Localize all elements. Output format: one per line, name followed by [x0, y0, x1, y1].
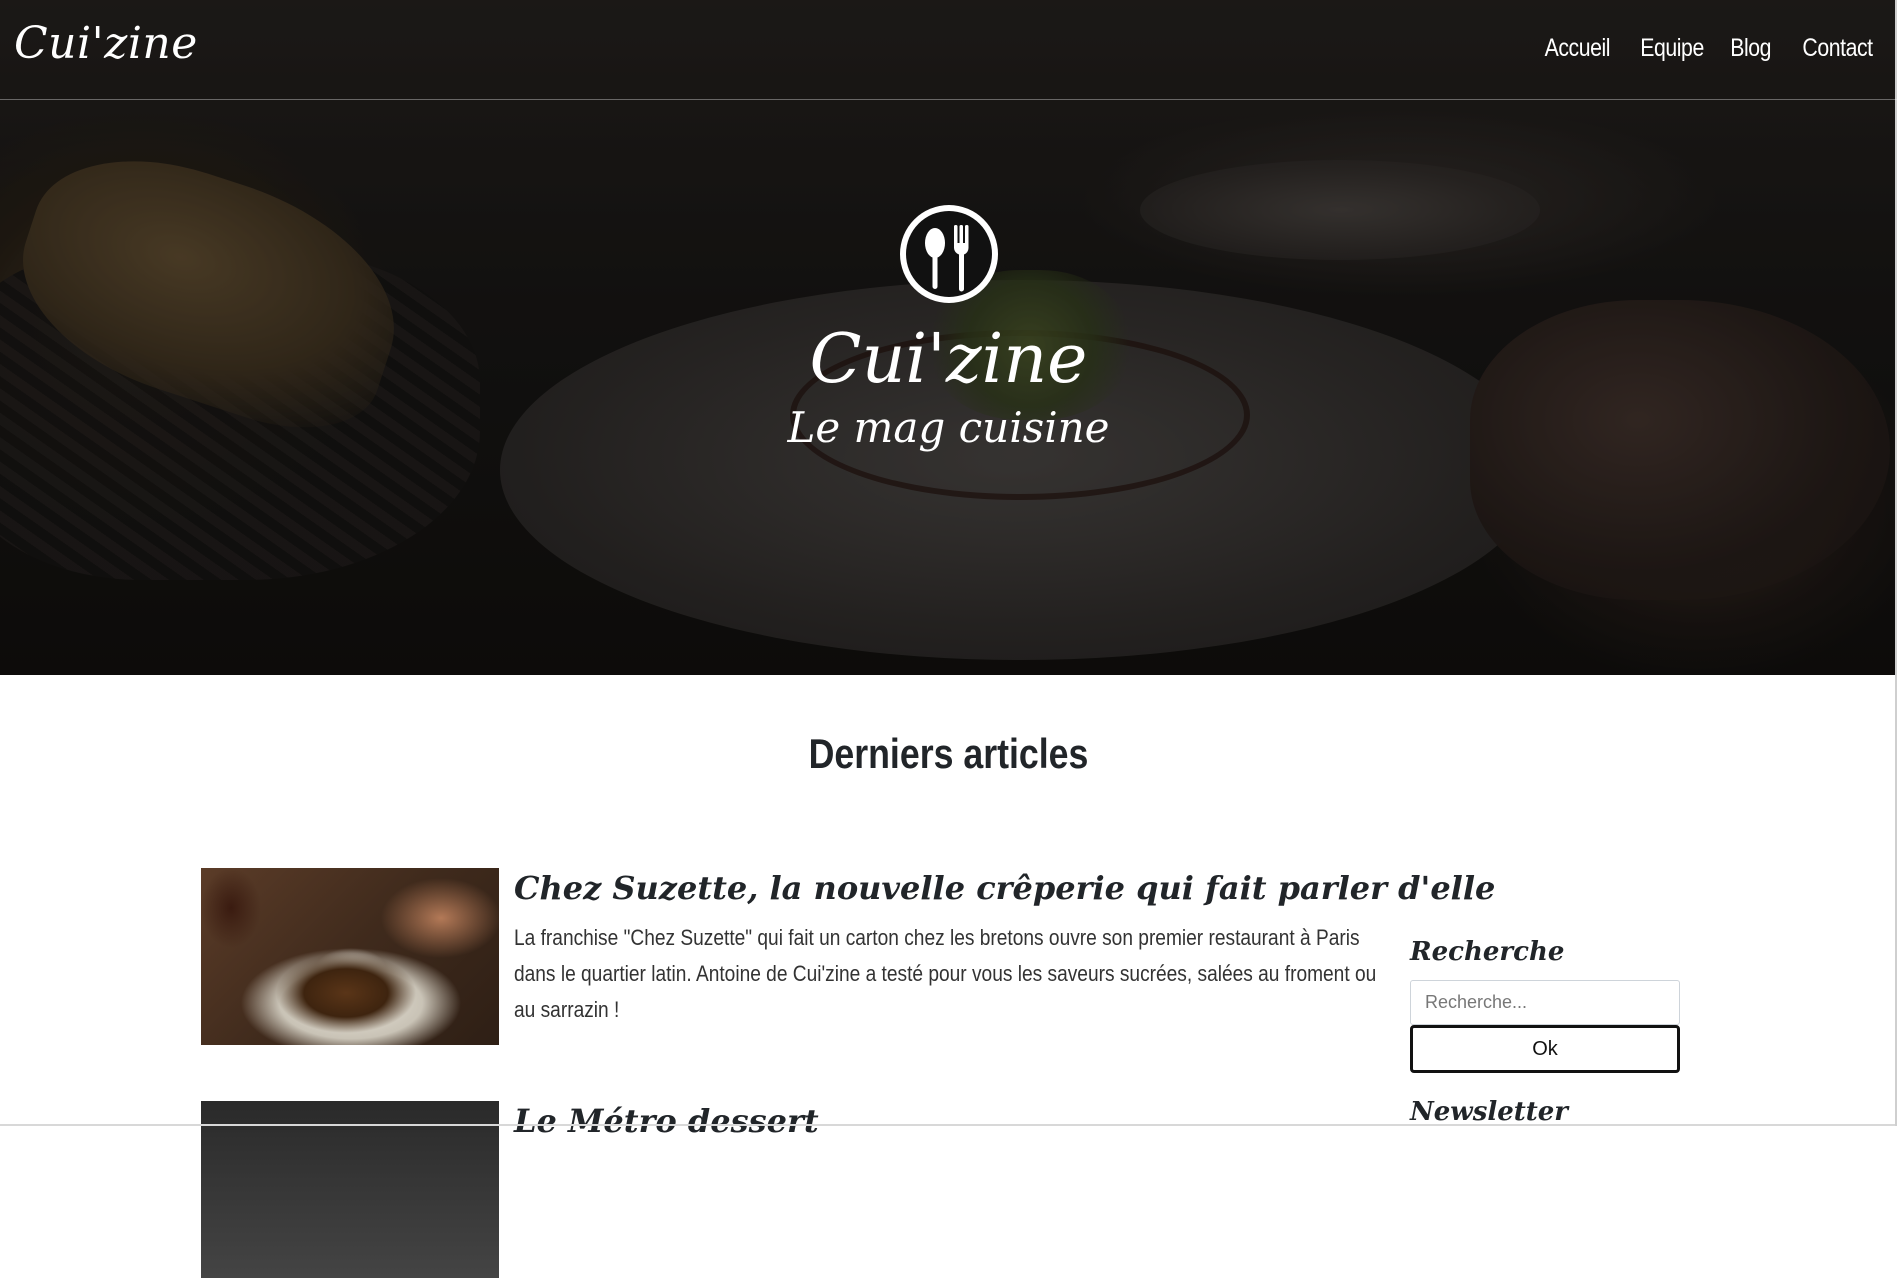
- article-body: Le Métro dessert: [514, 1101, 1384, 1141]
- nav-link-blog[interactable]: Blog: [1730, 34, 1771, 63]
- nav-link-contact[interactable]: Contact: [1803, 34, 1874, 63]
- nav-links: Accueil Equipe Blog Contact: [1533, 34, 1874, 63]
- hero-title: Cui'zine: [809, 320, 1088, 399]
- article-excerpt: La franchise "Chez Suzette" qui fait un …: [514, 925, 1377, 1022]
- article-image[interactable]: [201, 868, 499, 1045]
- sidebar: Recherche Ok Newsletter: [1410, 932, 1680, 1127]
- spoon-fork-icon: [898, 203, 1000, 305]
- hero-subtitle: Le mag cuisine: [787, 403, 1110, 452]
- hero-content: Cui'zine Le mag cuisine: [0, 203, 1897, 456]
- nav-link-accueil[interactable]: Accueil: [1545, 34, 1611, 63]
- search-input[interactable]: [1410, 980, 1680, 1025]
- article-title-link[interactable]: Le Métro dessert: [514, 1101, 1384, 1141]
- article-title-link[interactable]: Chez Suzette, la nouvelle crêperie qui f…: [514, 868, 1495, 908]
- article-image[interactable]: [201, 1101, 499, 1278]
- nav-link-equipe[interactable]: Equipe: [1641, 34, 1705, 63]
- newsletter-title: Newsletter: [1410, 1097, 1569, 1127]
- search-title: Recherche: [1410, 937, 1565, 967]
- section-title: Derniers articles: [808, 730, 1089, 777]
- top-navbar: Cui'zine Accueil Equipe Blog Contact: [0, 0, 1897, 100]
- search-ok-button[interactable]: Ok: [1410, 1025, 1680, 1073]
- article-body: Chez Suzette, la nouvelle crêperie qui f…: [514, 868, 1495, 1028]
- brand-logo-link[interactable]: Cui'zine: [14, 18, 198, 69]
